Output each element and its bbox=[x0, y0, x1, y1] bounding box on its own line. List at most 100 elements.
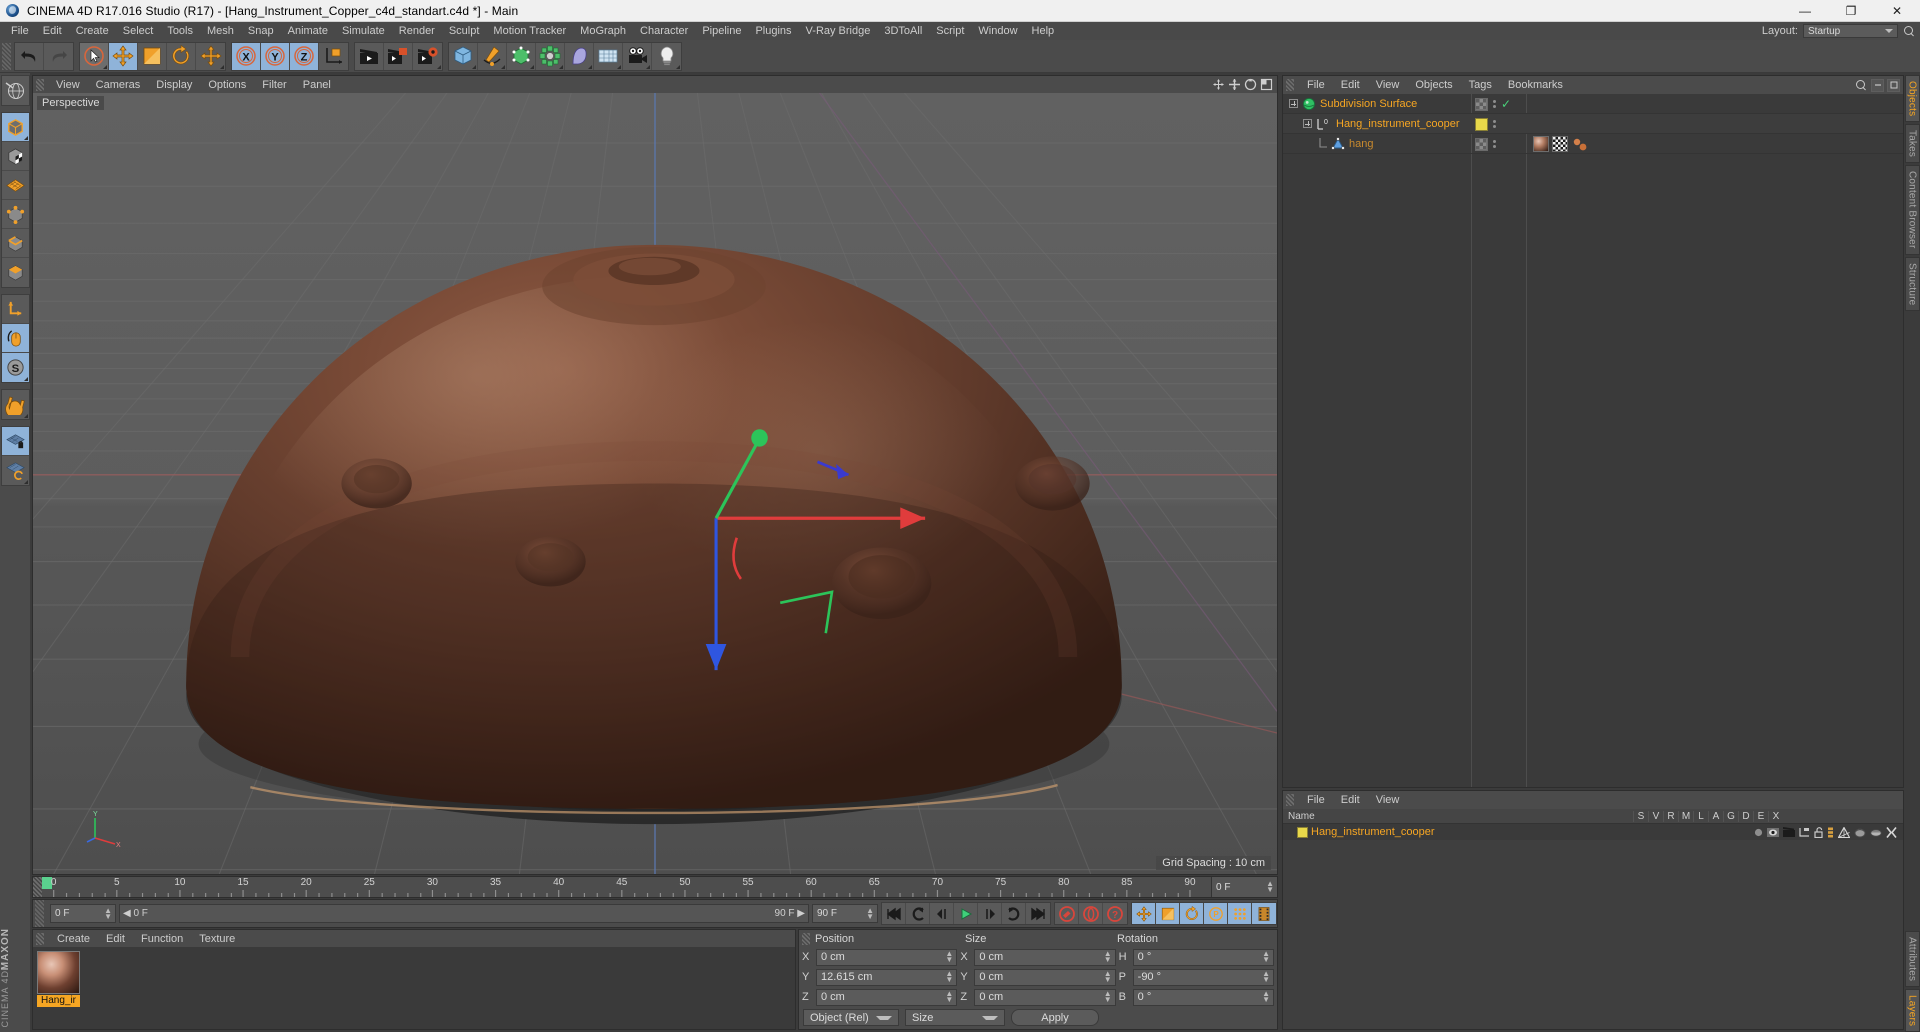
viewport-menu-filter[interactable]: Filter bbox=[254, 79, 294, 91]
keyframe-selection-button[interactable]: ? bbox=[1103, 903, 1127, 924]
material-list[interactable]: Hang_ir bbox=[33, 947, 795, 1029]
add-light-button[interactable] bbox=[652, 42, 681, 70]
playbar-grip[interactable] bbox=[35, 900, 44, 927]
menu-item-script[interactable]: Script bbox=[929, 22, 971, 40]
enabled-check-icon[interactable]: ✓ bbox=[1501, 98, 1511, 110]
maximize-viewport-icon[interactable] bbox=[1260, 78, 1273, 91]
material-tag-icon[interactable] bbox=[1533, 136, 1549, 152]
point-tag-icon[interactable] bbox=[1571, 137, 1588, 152]
object-menu-file[interactable]: File bbox=[1299, 79, 1333, 91]
y-axis-lock[interactable]: Y bbox=[261, 42, 290, 70]
tool-options-corner-icon[interactable] bbox=[23, 414, 28, 418]
magnet-tool[interactable] bbox=[1, 390, 29, 419]
enable-axis-tool[interactable] bbox=[1, 324, 29, 353]
spinner-icon[interactable]: ▲ ▼ bbox=[945, 970, 953, 984]
next-keyframe-button[interactable] bbox=[1002, 903, 1026, 924]
parameter-key-toggle[interactable]: P bbox=[1204, 903, 1228, 924]
close-button[interactable]: ✕ bbox=[1874, 0, 1920, 22]
solo-dot-icon[interactable] bbox=[1754, 828, 1763, 837]
rotation-h-input[interactable]: 0 ° ▲ ▼ bbox=[1132, 948, 1274, 966]
tool-options-corner-icon[interactable] bbox=[617, 64, 621, 69]
xpresso-icon[interactable] bbox=[1886, 826, 1897, 838]
object-color-swatch[interactable] bbox=[1475, 137, 1488, 151]
material-menu-edit[interactable]: Edit bbox=[98, 933, 133, 945]
render-clapper-icon[interactable] bbox=[1783, 827, 1795, 837]
size-x-input[interactable]: 0 cm ▲ ▼ bbox=[974, 948, 1116, 966]
generators-icon[interactable] bbox=[1838, 826, 1850, 838]
minimize-button[interactable]: — bbox=[1782, 0, 1828, 22]
layout-dropdown[interactable]: Startup bbox=[1803, 24, 1898, 38]
layer-row[interactable]: Hang_instrument_cooper bbox=[1283, 824, 1903, 840]
step-back-button[interactable] bbox=[930, 903, 954, 924]
tab-objects[interactable]: Objects bbox=[1904, 75, 1920, 123]
spinner-icon[interactable]: ▲ ▼ bbox=[945, 950, 953, 964]
autokeying-button[interactable] bbox=[1079, 903, 1103, 924]
lock-open-icon[interactable] bbox=[1814, 826, 1823, 838]
manager-icon[interactable] bbox=[1799, 827, 1810, 837]
visibility-dots-icon[interactable] bbox=[1493, 120, 1496, 128]
play-button[interactable] bbox=[954, 903, 978, 924]
position-x-input[interactable]: 0 cm ▲ ▼ bbox=[816, 948, 958, 966]
timeline-frame-field[interactable]: 0 F ▲ ▼ bbox=[1211, 877, 1277, 897]
menu-item-3dtoall[interactable]: 3DToAll bbox=[877, 22, 929, 40]
object-tree[interactable]: Subdivision Surface ✓ 0 Hang_instrument_… bbox=[1283, 94, 1903, 787]
visibility-dots-icon[interactable] bbox=[1493, 100, 1496, 108]
expressions-icon[interactable] bbox=[1870, 828, 1882, 837]
visibility-dots-icon[interactable] bbox=[1493, 140, 1496, 148]
viewport-menu-panel[interactable]: Panel bbox=[295, 79, 339, 91]
menu-item-file[interactable]: File bbox=[4, 22, 36, 40]
lock-workplane[interactable] bbox=[1, 427, 29, 456]
expander-icon[interactable] bbox=[1303, 119, 1312, 128]
timeline-button[interactable] bbox=[1252, 903, 1276, 924]
add-cube-button[interactable] bbox=[449, 42, 478, 70]
uvw-tag-icon[interactable] bbox=[1552, 136, 1568, 152]
menu-item-select[interactable]: Select bbox=[116, 22, 161, 40]
object-row-hang-instrument-cooper[interactable]: 0 Hang_instrument_cooper bbox=[1283, 114, 1903, 134]
menu-item-create[interactable]: Create bbox=[69, 22, 116, 40]
menu-item-sculpt[interactable]: Sculpt bbox=[442, 22, 487, 40]
menu-item-render[interactable]: Render bbox=[392, 22, 442, 40]
record-active-objects-button[interactable] bbox=[1055, 903, 1079, 924]
layer-color-swatch[interactable] bbox=[1297, 826, 1308, 838]
timeline-ruler[interactable]: 0 5 10 15 20 25 30 35 40 45 50 55 60 65 … bbox=[32, 876, 1278, 898]
tool-options-corner-icon[interactable] bbox=[559, 64, 563, 69]
material-preview-thumbnail[interactable] bbox=[37, 951, 80, 994]
object-menu-view[interactable]: View bbox=[1368, 79, 1408, 91]
viewport-menu-cameras[interactable]: Cameras bbox=[88, 79, 149, 91]
zoom-view-icon[interactable] bbox=[1228, 78, 1241, 91]
menu-item-mesh[interactable]: Mesh bbox=[200, 22, 241, 40]
step-forward-button[interactable] bbox=[978, 903, 1002, 924]
tab-structure[interactable]: Structure bbox=[1904, 256, 1920, 312]
tool-options-corner-icon[interactable] bbox=[501, 64, 505, 69]
tab-layers[interactable]: Layers bbox=[1904, 988, 1920, 1032]
menu-item-animate[interactable]: Animate bbox=[281, 22, 335, 40]
rotation-b-input[interactable]: 0 ° ▲ ▼ bbox=[1132, 988, 1274, 1006]
tool-options-corner-icon[interactable] bbox=[588, 64, 592, 69]
point-level-animation-toggle[interactable] bbox=[1228, 903, 1252, 924]
tool-options-corner-icon[interactable] bbox=[23, 480, 28, 484]
scale-key-toggle[interactable] bbox=[1156, 903, 1180, 924]
rotation-p-input[interactable]: -90 ° ▲ ▼ bbox=[1132, 968, 1274, 986]
workplane-rotate[interactable] bbox=[1, 456, 29, 485]
previous-keyframe-button[interactable] bbox=[906, 903, 930, 924]
viewport-menu-display[interactable]: Display bbox=[148, 79, 200, 91]
render-region-button[interactable] bbox=[384, 42, 413, 70]
polygon-mode[interactable] bbox=[1, 171, 29, 200]
add-spline-button[interactable] bbox=[478, 42, 507, 70]
transform-tool[interactable] bbox=[196, 42, 225, 70]
texture-mode[interactable] bbox=[1, 142, 29, 171]
coordinate-grip[interactable] bbox=[802, 932, 810, 945]
texture-axis-tool[interactable] bbox=[1, 76, 29, 105]
menu-item-motion-tracker[interactable]: Motion Tracker bbox=[486, 22, 573, 40]
viewport-menu-view[interactable]: View bbox=[48, 79, 88, 91]
menu-item-snap[interactable]: Snap bbox=[241, 22, 281, 40]
spinner-icon[interactable]: ▲ ▼ bbox=[1104, 970, 1112, 984]
timeline-grip[interactable] bbox=[33, 877, 42, 897]
tool-options-corner-icon[interactable] bbox=[676, 64, 680, 69]
scale-tool[interactable] bbox=[138, 42, 167, 70]
viewport-menu-grip[interactable] bbox=[36, 78, 44, 91]
material-menu-texture[interactable]: Texture bbox=[191, 933, 243, 945]
tool-options-corner-icon[interactable] bbox=[103, 64, 107, 69]
go-to-start-button[interactable] bbox=[882, 903, 906, 924]
menu-item-edit[interactable]: Edit bbox=[36, 22, 69, 40]
